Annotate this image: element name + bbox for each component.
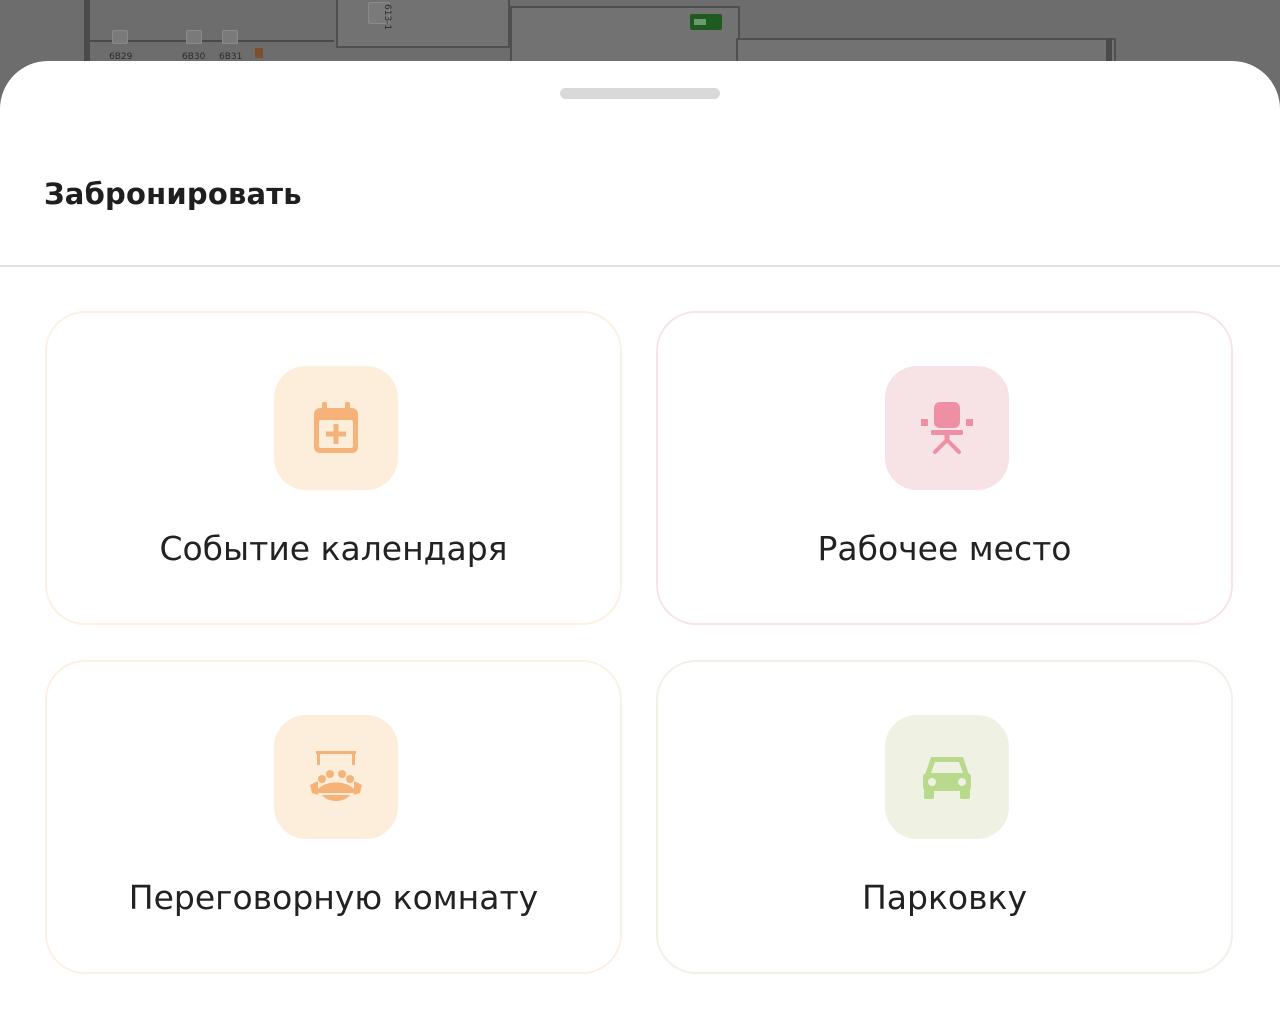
workplace-icon-tile bbox=[885, 366, 1009, 490]
meeting-room-icon bbox=[310, 751, 362, 801]
car-icon bbox=[923, 757, 971, 799]
floor-plan-chair bbox=[222, 30, 238, 44]
calendar-plus-icon bbox=[314, 402, 358, 453]
meeting-room-icon-tile bbox=[274, 715, 398, 839]
book-parking-card[interactable]: Парковку bbox=[656, 660, 1233, 974]
parking-icon-tile bbox=[885, 715, 1009, 839]
calendar-icon-tile bbox=[274, 366, 398, 490]
divider bbox=[0, 265, 1280, 267]
office-chair-icon bbox=[921, 402, 973, 454]
sheet-drag-handle[interactable] bbox=[560, 88, 720, 99]
book-calendar-event-card[interactable]: Событие календаря bbox=[45, 311, 622, 625]
booking-bottom-sheet: Забронировать Событие календаря Рабочее … bbox=[0, 61, 1280, 1018]
floor-plan-chair bbox=[186, 30, 202, 44]
floor-plan-chair bbox=[112, 30, 128, 44]
room-label: 613-1 bbox=[382, 4, 392, 31]
card-label: Переговорную комнату bbox=[128, 878, 539, 917]
book-meeting-room-card[interactable]: Переговорную комнату bbox=[45, 660, 622, 974]
card-label: Событие календаря bbox=[159, 529, 508, 568]
floor-plan-marker bbox=[255, 48, 263, 58]
exit-sign-icon bbox=[690, 14, 722, 30]
card-label: Рабочее место bbox=[817, 529, 1072, 568]
card-label: Парковку bbox=[861, 878, 1028, 917]
sheet-title: Забронировать bbox=[44, 177, 302, 211]
floor-plan-room bbox=[336, 0, 510, 48]
book-workplace-card[interactable]: Рабочее место bbox=[656, 311, 1233, 625]
